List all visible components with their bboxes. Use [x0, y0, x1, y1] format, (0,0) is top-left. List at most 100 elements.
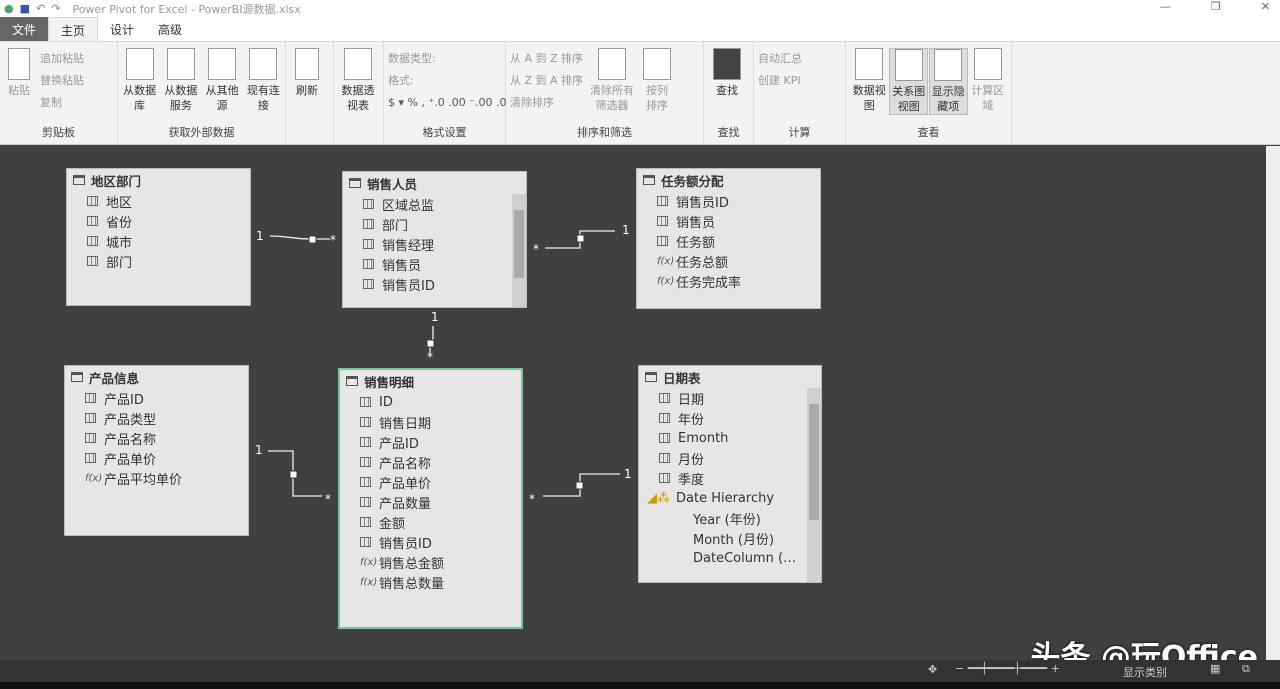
sort-az-button[interactable]: 从 A 到 Z 排序 [510, 48, 583, 70]
zoom-slider[interactable]: − ━━┿━━━━┼━━━━ + [955, 662, 1065, 675]
table-header[interactable]: 日期表 [639, 366, 821, 388]
field-item[interactable]: 日期 [639, 388, 821, 408]
clear-filters-button[interactable]: 清除所有筛选器 [589, 48, 635, 114]
format-dropdown[interactable]: 格式: [388, 70, 501, 92]
data-type-dropdown[interactable]: 数据类型: [388, 48, 501, 70]
field-item[interactable]: 部门 [343, 214, 526, 234]
tab-file[interactable]: 文件 [0, 17, 48, 41]
data-view-button[interactable]: 数据视图 [850, 48, 888, 115]
field-item[interactable]: f(x)销售总数量 [340, 572, 521, 592]
paste-button[interactable]: 粘贴 [4, 48, 34, 114]
show-categories-label[interactable]: 显示类别 [1123, 664, 1167, 680]
table-header[interactable]: 销售人员 [343, 172, 526, 194]
find-button[interactable]: 查找 [708, 48, 746, 98]
save-icon[interactable]: ■ [20, 2, 30, 15]
field-item[interactable]: 产品单价 [340, 472, 521, 492]
clear-sort-button[interactable]: 清除排序 [510, 92, 583, 114]
close-icon[interactable]: ✕ [1261, 0, 1270, 13]
field-item[interactable]: Year (年份) [639, 508, 821, 528]
field-item[interactable]: 产品ID [65, 388, 248, 408]
restore-icon[interactable]: ❐ [1211, 0, 1221, 13]
from-data-service-button[interactable]: 从数据服务 [163, 48, 198, 113]
show-hidden-button[interactable]: 显示隐藏项 [929, 48, 968, 115]
field-item[interactable]: f(x)销售总金额 [340, 552, 521, 572]
field-item[interactable]: 销售员 [637, 211, 820, 231]
field-item[interactable]: 省份 [67, 211, 250, 231]
cardinality-one: 1 [255, 443, 263, 457]
tab-home[interactable]: 主页 [48, 17, 98, 41]
field-item[interactable]: 月份 [639, 448, 821, 468]
from-database-button[interactable]: 从数据库 [122, 48, 157, 113]
table-card-sales-detail[interactable]: 销售明细ID销售日期产品ID产品名称产品单价产品数量金额销售员IDf(x)销售总… [338, 368, 523, 629]
table-icon [73, 175, 85, 185]
field-item[interactable]: ◢⁂Date Hierarchy [639, 488, 821, 508]
table-header[interactable]: 任务额分配 [637, 169, 820, 191]
field-item[interactable]: ID [340, 392, 521, 412]
table-card-products[interactable]: 产品信息产品ID产品类型产品名称产品单价f(x)产品平均单价 [64, 365, 249, 536]
field-item[interactable]: 销售经理 [343, 234, 526, 254]
table-scrollbar[interactable] [512, 194, 526, 307]
redo-icon[interactable]: ↷ [51, 2, 60, 15]
fit-to-screen-icon[interactable]: ✥ [928, 663, 937, 676]
field-item[interactable]: f(x)任务完成率 [637, 271, 820, 291]
field-item[interactable]: 产品类型 [65, 408, 248, 428]
group-label: 剪贴板 [0, 124, 117, 140]
table-scrollbar[interactable] [807, 388, 821, 582]
field-item[interactable]: 季度 [639, 468, 821, 488]
field-item[interactable]: 销售员ID [340, 532, 521, 552]
diagram-view-button[interactable]: 关系图视图 [889, 48, 928, 115]
calculation-area-button[interactable]: 计算区域 [969, 48, 1007, 115]
column-icon [360, 497, 371, 507]
field-item[interactable]: Emonth [639, 428, 821, 448]
field-item[interactable]: f(x)产品平均单价 [65, 468, 248, 488]
field-item[interactable]: 地区 [67, 191, 250, 211]
field-item[interactable]: 产品单价 [65, 448, 248, 468]
create-kpi-button[interactable]: 创建 KPI [758, 70, 841, 92]
field-item[interactable]: 城市 [67, 231, 250, 251]
field-item[interactable]: 销售员ID [343, 274, 526, 294]
replace-paste-button[interactable]: 替换粘贴 [40, 70, 84, 92]
copy-button[interactable]: 复制 [40, 92, 84, 114]
rel-marker [577, 235, 584, 242]
table-header[interactable]: 销售明细 [340, 370, 521, 392]
field-item[interactable]: 产品名称 [65, 428, 248, 448]
vertical-scrollbar[interactable] [1266, 146, 1280, 660]
sort-by-column-button[interactable]: 按列排序 [641, 48, 673, 114]
grid-view-icon[interactable]: ▦ [1210, 662, 1220, 675]
undo-icon[interactable]: ↶ [36, 2, 45, 15]
field-item[interactable]: 金额 [340, 512, 521, 532]
refresh-button[interactable]: 刷新 [290, 48, 324, 98]
table-card-salespeople[interactable]: 销售人员区域总监部门销售经理销售员销售员ID [342, 171, 527, 308]
field-item[interactable]: 年份 [639, 408, 821, 428]
minimize-icon[interactable]: — [1160, 0, 1171, 13]
existing-connections-button[interactable]: 现有连接 [246, 48, 281, 113]
field-item[interactable]: 销售日期 [340, 412, 521, 432]
pivot-table-button[interactable]: 数据透视表 [338, 48, 378, 113]
field-item[interactable]: 产品名称 [340, 452, 521, 472]
field-item[interactable]: 任务额 [637, 231, 820, 251]
table-card-quota[interactable]: 任务额分配销售员ID销售员任务额f(x)任务总额f(x)任务完成率 [636, 168, 821, 309]
from-other-sources-button[interactable]: 从其他源 [205, 48, 240, 113]
field-item[interactable]: 销售员ID [637, 191, 820, 211]
number-format-buttons[interactable]: $ ▾ % , ⁺.0 .00 ⁻.00 .0 [388, 92, 501, 114]
tab-design[interactable]: 设计 [98, 17, 146, 41]
table-icon [349, 178, 361, 188]
field-item[interactable]: Month (月份) [639, 528, 821, 548]
column-icon [360, 397, 371, 407]
field-item[interactable]: 销售员 [343, 254, 526, 274]
table-header[interactable]: 产品信息 [65, 366, 248, 388]
field-item[interactable]: f(x)任务总额 [637, 251, 820, 271]
field-item[interactable]: DateColumn (… [639, 548, 821, 568]
autosum-button[interactable]: 自动汇总 [758, 48, 841, 70]
field-item[interactable]: 区域总监 [343, 194, 526, 214]
append-paste-button[interactable]: 追加粘贴 [40, 48, 84, 70]
table-card-date[interactable]: 日期表日期年份Emonth月份季度◢⁂Date HierarchyYear (年… [638, 365, 822, 583]
table-card-region[interactable]: 地区部门地区省份城市部门 [66, 168, 251, 306]
field-item[interactable]: 产品数量 [340, 492, 521, 512]
field-item[interactable]: 产品ID [340, 432, 521, 452]
tab-advanced[interactable]: 高级 [146, 17, 194, 41]
table-header[interactable]: 地区部门 [67, 169, 250, 191]
sort-za-button[interactable]: 从 Z 到 A 排序 [510, 70, 583, 92]
field-item[interactable]: 部门 [67, 251, 250, 271]
diagram-view-icon[interactable]: ⧉ [1242, 662, 1250, 676]
